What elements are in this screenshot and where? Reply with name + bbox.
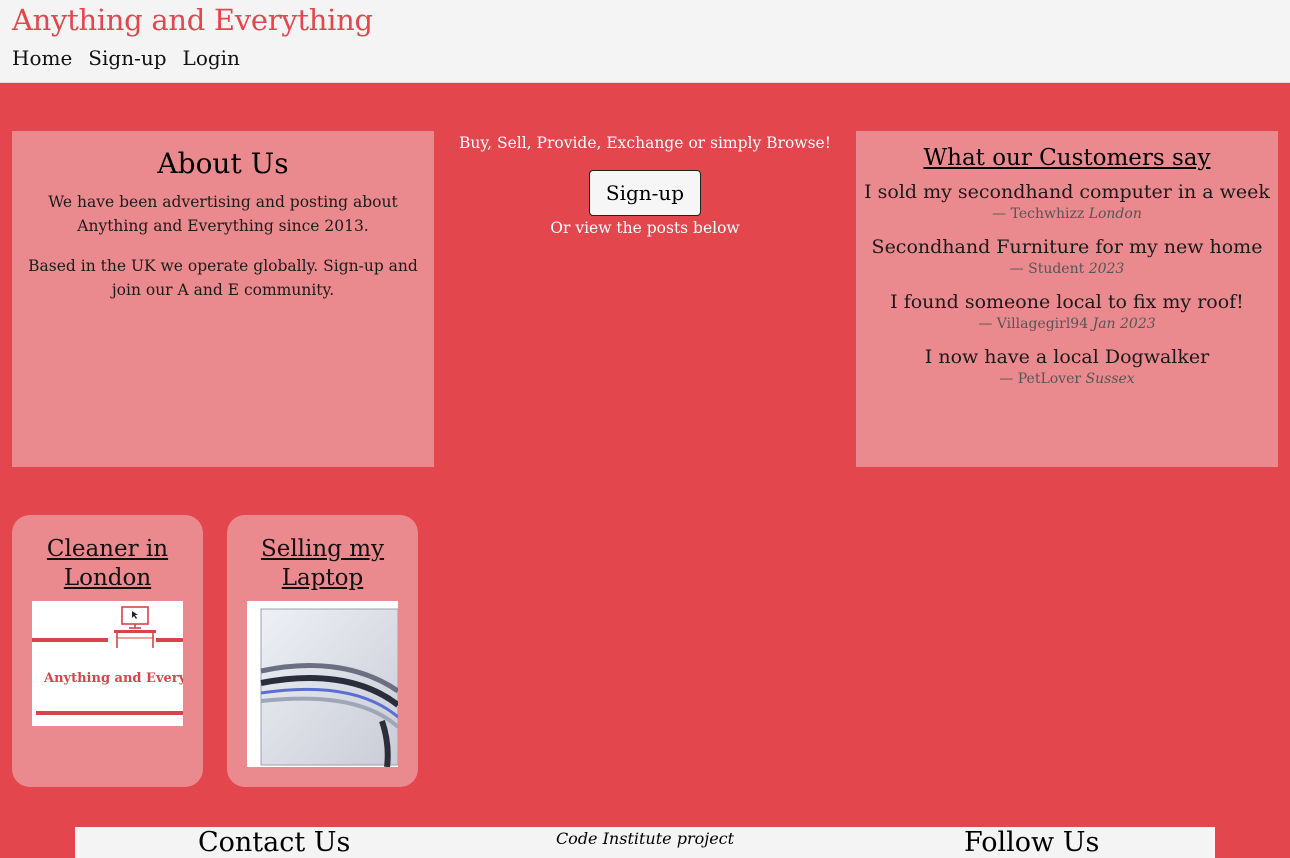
review-quote: I sold my secondhand computer in a week [864, 181, 1270, 203]
nav-home-link[interactable]: Home [12, 46, 72, 70]
site-header: Anything and Everything Home Sign-up Log… [0, 0, 1290, 83]
review-detail: Jan 2023 [1092, 316, 1156, 332]
review-quote: Secondhand Furniture for my new home [871, 236, 1263, 258]
review-quote: I now have a local Dogwalker [924, 346, 1210, 368]
main-nav: Home Sign-up Login [12, 46, 240, 70]
hero-subtext: Or view the posts below [550, 219, 740, 237]
post-card[interactable]: Selling my Laptop [227, 515, 418, 787]
review-quote: I found someone local to fix my roof! [890, 291, 1244, 313]
review-citation: — PetLover Sussex [862, 371, 1272, 387]
hero-section: Buy, Sell, Provide, Exchange or simply B… [434, 131, 856, 237]
about-panel: About Us We have been advertising and po… [12, 131, 434, 467]
post-title-link[interactable]: Selling my Laptop [227, 535, 418, 593]
site-footer: Contact Us Code Institute project Follow… [75, 827, 1215, 858]
review-detail: Sussex [1085, 371, 1135, 387]
nav-login-link[interactable]: Login [183, 46, 240, 70]
review-item: Secondhand Furniture for my new home — S… [862, 236, 1272, 277]
citation-dash: — [1009, 261, 1024, 277]
follow-heading: Follow Us [964, 827, 1100, 858]
logo-wordmark: Anything and Everything [43, 671, 183, 686]
post-thumbnail[interactable] [247, 601, 398, 771]
about-paragraph-2: Based in the UK we operate globally. Sig… [28, 257, 418, 299]
signup-button[interactable]: Sign-up [588, 170, 702, 216]
laptop-image [247, 601, 398, 768]
post-title-link[interactable]: Cleaner in London [12, 535, 203, 593]
review-author: PetLover [1017, 371, 1082, 387]
nav-signup-link[interactable]: Sign-up [88, 46, 166, 70]
logo-image: Anything and Everything [32, 601, 183, 726]
site-title[interactable]: Anything and Everything [12, 3, 373, 37]
about-paragraph-1: We have been advertising and posting abo… [48, 193, 398, 235]
citation-dash: — [992, 206, 1007, 222]
review-item: I now have a local Dogwalker — PetLover … [862, 346, 1272, 387]
reviews-heading: What our Customers say [923, 145, 1211, 171]
citation-dash: — [999, 371, 1014, 387]
review-detail: 2023 [1088, 261, 1125, 277]
review-citation: — Techwhizz London [862, 206, 1272, 222]
reviews-panel: What our Customers say I sold my secondh… [856, 131, 1278, 467]
post-card[interactable]: Cleaner in London Anything and Everythin… [12, 515, 203, 787]
review-author: Villagegirl94 [996, 316, 1089, 332]
post-thumbnail[interactable]: Anything and Everything [32, 601, 183, 730]
review-citation: — Student 2023 [862, 261, 1272, 277]
review-author: Student [1028, 261, 1085, 277]
review-citation: — Villagegirl94 Jan 2023 [862, 316, 1272, 332]
review-author: Techwhizz [1010, 206, 1085, 222]
about-heading: About Us [157, 147, 289, 180]
citation-dash: — [978, 316, 993, 332]
review-item: I found someone local to fix my roof! — … [862, 291, 1272, 332]
hero-tagline: Buy, Sell, Provide, Exchange or simply B… [459, 134, 831, 152]
review-item: I sold my secondhand computer in a week … [862, 181, 1272, 222]
review-detail: London [1088, 206, 1142, 222]
